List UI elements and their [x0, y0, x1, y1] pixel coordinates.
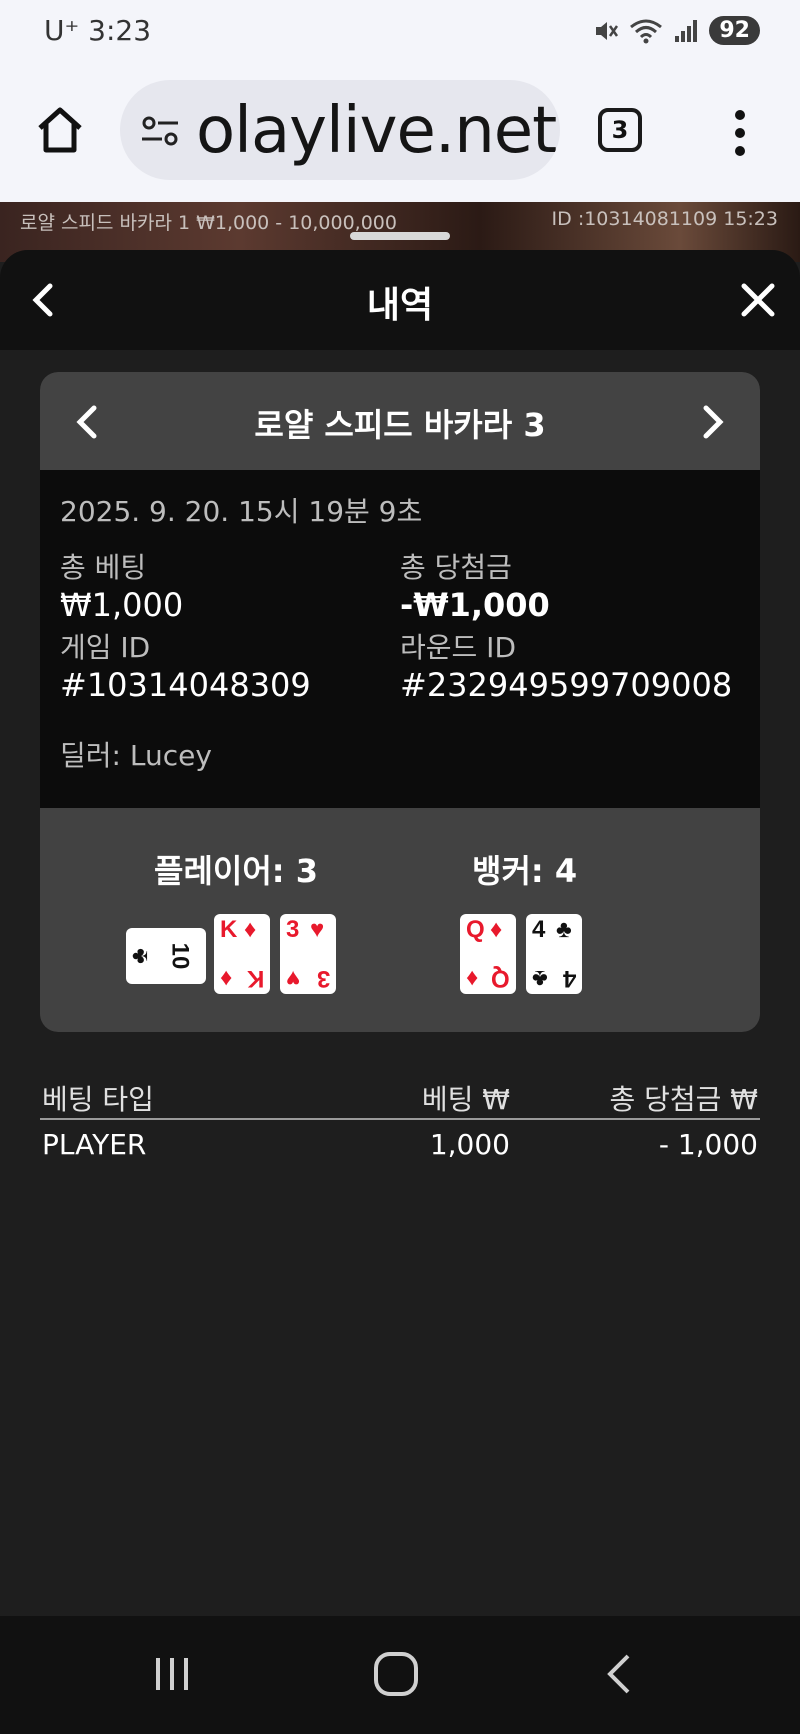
total-bet-value: ₩1,000	[60, 586, 184, 624]
bet-type-header: 베팅 타입	[42, 1083, 154, 1116]
bet-table-header: 베팅 타입 베팅 ₩ 총 당첨금 ₩	[40, 1070, 760, 1120]
url-bar[interactable]: olaylive.net	[120, 80, 560, 180]
round-datetime: 2025. 9. 20. 15시 19분 9초	[60, 495, 423, 528]
player-card-3: 3 ♥ ♥ 3	[280, 914, 336, 994]
session-id-text: ID :10314081109 15:23	[551, 208, 778, 230]
close-icon[interactable]	[738, 280, 778, 320]
cards-area: 플레이어: 3 뱅커: 4 ♣ 10 K ♦ ♦ K 3 ♥ ♥ 3 Q ♦ ♦…	[40, 808, 760, 1032]
banker-card-1: Q ♦ ♦ Q	[460, 914, 516, 994]
player-card-2: K ♦ ♦ K	[214, 914, 270, 994]
status-bar: U⁺ 3:23 92	[0, 0, 800, 64]
game-title: 로얄 스피드 바카라 3	[254, 406, 546, 444]
banker-score: 뱅커: 4	[472, 852, 578, 890]
url-text: olaylive.net	[196, 94, 557, 168]
card-header: 로얄 스피드 바카라 3	[40, 372, 760, 470]
more-menu-icon[interactable]	[730, 108, 750, 158]
tab-switcher-button[interactable]: 3	[598, 108, 642, 152]
system-nav-bar	[0, 1616, 800, 1734]
home-icon[interactable]	[34, 104, 86, 156]
status-icons: 92	[593, 16, 760, 45]
bet-type-cell: PLAYER	[42, 1128, 147, 1161]
browser-toolbar: olaylive.net 3	[0, 64, 800, 202]
total-win-label: 총 당첨금	[400, 551, 512, 584]
back-nav-icon[interactable]	[604, 1652, 634, 1696]
round-details: 2025. 9. 20. 15시 19분 9초 총 베팅 ₩1,000 총 당첨…	[40, 470, 760, 808]
wifi-icon	[630, 19, 663, 43]
bet-amount-header: 베팅 ₩	[421, 1083, 510, 1116]
carrier-time: U⁺ 3:23	[44, 14, 152, 47]
mute-icon	[596, 21, 619, 40]
total-win-cell: - 1,000	[658, 1128, 758, 1161]
battery-badge: 92	[709, 16, 760, 45]
home-nav-icon[interactable]	[374, 1652, 418, 1696]
sheet-header: 내역	[0, 250, 800, 350]
round-detail-card: 로얄 스피드 바카라 3 2025. 9. 20. 15시 19분 9초 총 베…	[40, 372, 760, 1032]
total-win-value: -₩1,000	[400, 586, 550, 624]
signal-icon	[675, 19, 698, 42]
total-win-header: 총 당첨금 ₩	[609, 1083, 758, 1116]
round-id-label: 라운드 ID	[400, 631, 516, 664]
game-id-label: 게임 ID	[60, 631, 151, 664]
round-id-value: #232949599709008	[400, 666, 733, 704]
game-id-value: #10314048309	[60, 666, 311, 704]
recent-apps-icon[interactable]	[152, 1656, 192, 1692]
dealer-name: 딜러: Lucey	[60, 739, 212, 772]
history-sheet: 내역 로얄 스피드 바카라 3 2025. 9. 20. 15시 19분 9초 …	[0, 250, 800, 1616]
total-bet-label: 총 베팅	[60, 551, 147, 584]
banker-card-2: 4 ♣ ♣ 4	[526, 914, 582, 994]
table-row: PLAYER 1,000 - 1,000	[40, 1120, 760, 1170]
player-score: 플레이어: 3	[154, 852, 318, 890]
sheet-title: 내역	[366, 285, 434, 326]
player-card-1: ♣ 10	[126, 928, 206, 984]
site-settings-icon[interactable]	[140, 114, 180, 148]
next-round-icon[interactable]	[694, 400, 730, 444]
drag-handle[interactable]	[350, 232, 450, 240]
bet-amount-cell: 1,000	[429, 1128, 510, 1161]
table-info-text: 로얄 스피드 바카라 1 ₩1,000 - 10,000,000	[20, 212, 397, 234]
bet-table: 베팅 타입 베팅 ₩ 총 당첨금 ₩ PLAYER 1,000 - 1,000	[40, 1070, 760, 1170]
